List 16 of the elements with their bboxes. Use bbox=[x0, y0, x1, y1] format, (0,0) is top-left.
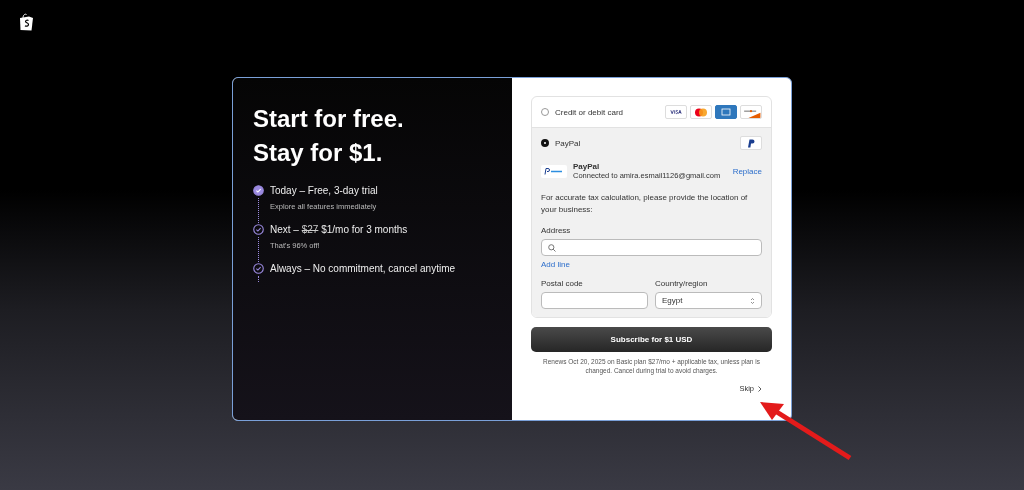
field-label: Postal code bbox=[541, 279, 584, 288]
payment-option-label: PayPal bbox=[555, 138, 581, 148]
replace-link[interactable]: Replace bbox=[732, 166, 762, 176]
subscribe-button[interactable]: Subscribe for $1 USD bbox=[531, 327, 772, 352]
field-label: Country/region bbox=[655, 279, 709, 288]
payment-option-label: Credit or debit card bbox=[555, 107, 624, 117]
field-label: Address bbox=[541, 226, 572, 235]
add-line-link[interactable]: Add line bbox=[541, 260, 570, 269]
headline: Start for free. Stay for $1. bbox=[253, 104, 405, 168]
timeline-step-title: Today – Free, 3-day trial bbox=[270, 184, 378, 198]
country-select[interactable]: Egypt bbox=[655, 292, 762, 309]
payment-option[interactable]: Credit or debit card bbox=[532, 97, 771, 127]
timeline-step-title: Always – No commitment, cancel anytime bbox=[270, 262, 456, 276]
timeline-step-title: Next – $27 $1/mo for 3 months bbox=[270, 223, 408, 237]
tax-note: For accurate tax calculation, please provide the location of your business: bbox=[541, 192, 749, 216]
account-name: PayPal bbox=[573, 162, 601, 171]
